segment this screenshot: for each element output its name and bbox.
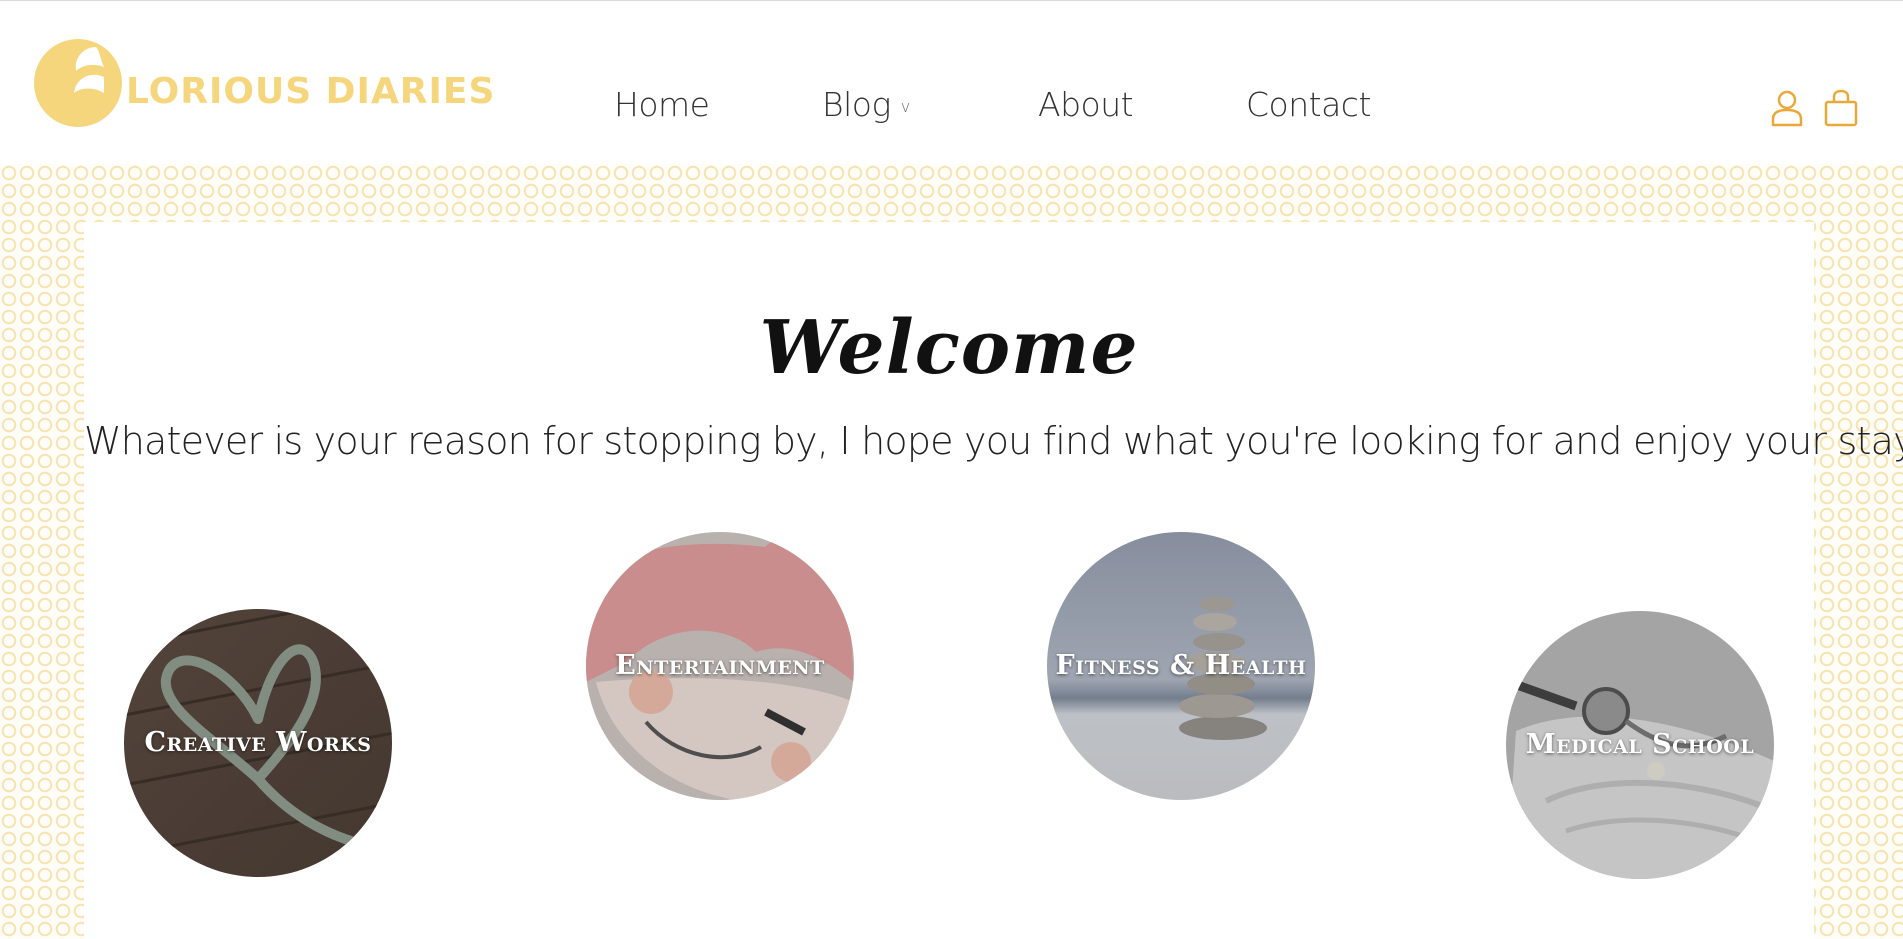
account-button[interactable] [1770,89,1804,127]
nav-home[interactable]: Home [614,85,710,124]
nav-blog[interactable]: Blog v [822,85,910,124]
main-content: Welcome Whatever is your reason for stop… [84,222,1903,939]
category-fitness-health[interactable]: Fitness & Health [1047,532,1315,800]
site-header: LORIOUS DIARIES Home Blog v About Contact [0,1,1903,164]
category-medical-school[interactable]: Medical School [1506,611,1774,879]
page-title: Welcome [759,305,1139,391]
user-icon [1771,90,1803,127]
category-label: Entertainment [615,650,825,681]
nav-about[interactable]: About [1038,85,1134,124]
category-creative-works[interactable]: Creative Works [124,609,392,877]
cart-button[interactable] [1823,89,1858,127]
shopping-bag-icon [1824,89,1858,127]
category-label: Medical School [1525,729,1755,760]
category-label: Fitness & Health [1055,650,1307,681]
category-label: Creative Works [144,727,372,758]
category-entertainment[interactable]: Entertainment [586,532,854,800]
chevron-down-icon: v [900,97,910,116]
nav-contact[interactable]: Contact [1246,85,1371,124]
tagline-text: Whatever is your reason for stopping by,… [84,419,1903,463]
page: LORIOUS DIARIES Home Blog v About Contact [0,0,1903,939]
main-nav: Home Blog v About Contact [0,85,1903,135]
tagline: Whatever is your reason for stopping by,… [84,419,1903,463]
nav-blog-label: Blog [822,85,891,124]
